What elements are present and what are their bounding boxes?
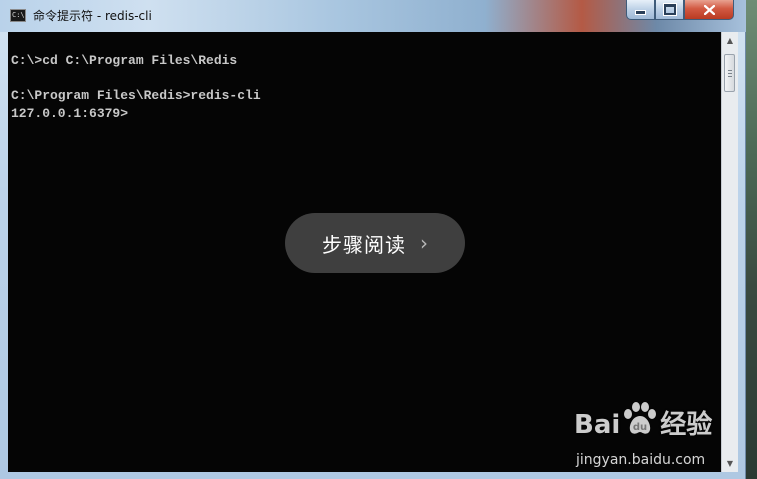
maximize-button[interactable] [655,0,684,20]
baidu-jingyan-watermark: Bai 经验 du jingyan.baidu.com [574,402,714,474]
cmd-app-icon[interactable]: C:\ [10,9,26,22]
watermark-brand-left: Bai [574,410,621,440]
svg-text:du: du [633,422,647,433]
chevron-right-icon: › [420,231,428,255]
watermark-brand-right: 经验 [660,410,713,440]
console-line: C:\>cd C:\Program Files\Redis [11,53,238,68]
console-text: C:\>cd C:\Program Files\Redis C:\Program… [11,52,261,122]
scroll-up-arrow-icon[interactable]: ▲ [722,32,738,49]
close-button[interactable] [684,0,734,20]
maximize-icon [662,3,677,16]
close-icon [703,4,715,15]
console-prompt: 127.0.0.1:6379> [11,105,129,121]
step-reading-label: 步骤阅读 [322,232,406,257]
scroll-down-arrow-icon[interactable]: ▼ [722,455,738,472]
grip-line [728,70,732,71]
minimize-button[interactable] [626,0,655,20]
scrollbar-thumb[interactable] [724,54,735,92]
caption-buttons [626,0,738,20]
title-bar[interactable]: C:\ 命令提示符 - redis-cli [0,0,746,32]
window-title: 命令提示符 - redis-cli [33,9,152,23]
minimize-icon [635,10,646,15]
grip-line [728,73,732,74]
step-reading-button[interactable]: 步骤阅读 › [285,213,465,273]
grip-line [728,76,732,77]
paw-icon: du [624,402,656,434]
watermark-url: jingyan.baidu.com [576,452,706,468]
console-line: C:\Program Files\Redis>redis-cli [11,88,261,103]
vertical-scrollbar[interactable]: ▲ ▼ [721,32,738,472]
